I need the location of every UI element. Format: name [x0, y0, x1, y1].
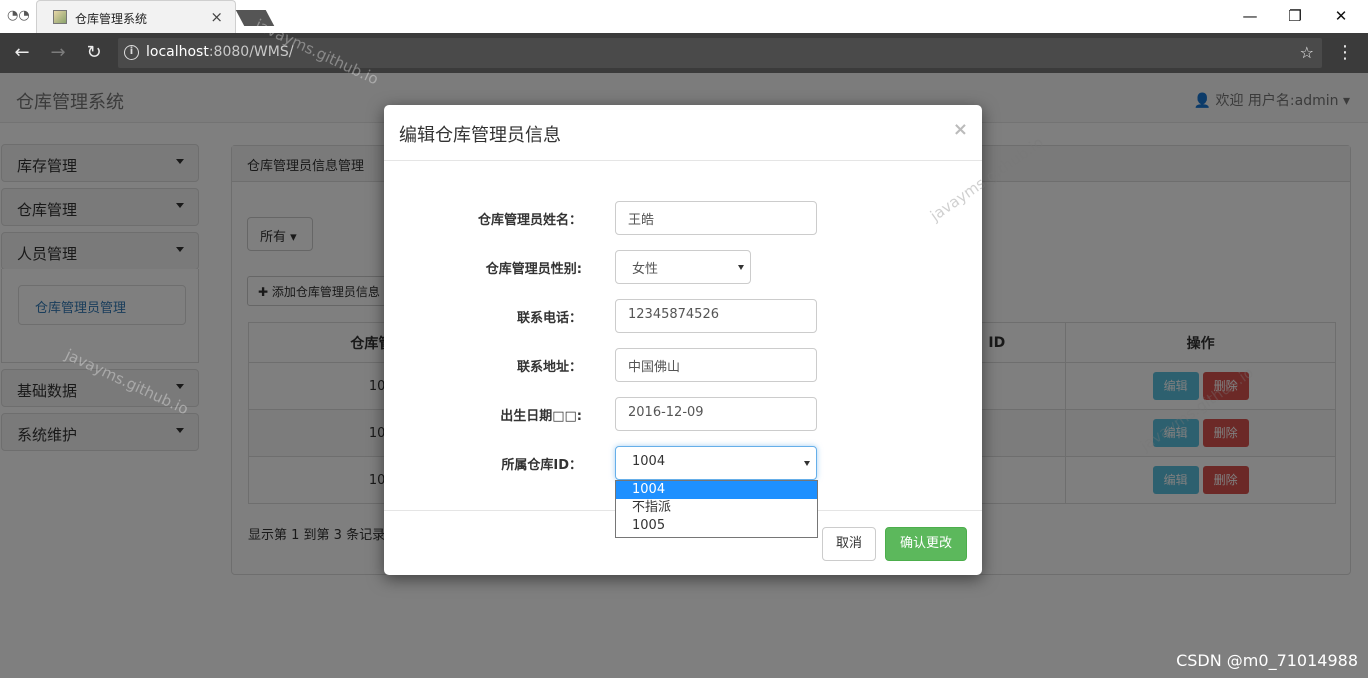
- forward-icon[interactable]: →: [46, 41, 70, 65]
- name-label: 仓库管理员姓名：: [477, 213, 582, 228]
- restore-icon[interactable]: ❐: [1285, 6, 1305, 26]
- minimize-icon[interactable]: —: [1240, 6, 1260, 26]
- reload-icon[interactable]: ↻: [82, 41, 106, 65]
- modal-title: 编辑仓库管理员信息: [399, 125, 561, 146]
- close-window-icon[interactable]: ✕: [1331, 6, 1351, 26]
- tab-title: 仓库管理系统: [75, 12, 148, 26]
- form-row-gender: 仓库管理员性别: 女性: [384, 250, 982, 284]
- repo-option[interactable]: 1004: [616, 481, 817, 499]
- form-row-address: 联系地址： 中国佛山: [384, 348, 982, 382]
- form-row-repo: 所属仓库ID： 1004: [384, 446, 982, 480]
- edit-admin-modal: 编辑仓库管理员信息 × 仓库管理员姓名： 王皓 仓库管理员性别: 女性 联系电话…: [384, 105, 982, 575]
- repo-options-list: 1004 不指派 1005: [615, 480, 818, 538]
- url-text: localhost:8080/WMS/: [146, 44, 293, 60]
- gender-select[interactable]: 女性: [615, 250, 751, 284]
- tab-close-icon[interactable]: ×: [210, 8, 223, 26]
- birth-label: 出生日期□□:: [500, 409, 582, 424]
- browser-menu-icon[interactable]: ⋮: [1336, 42, 1354, 63]
- bookmark-star-icon[interactable]: ☆: [1300, 43, 1314, 62]
- gender-value: 女性: [632, 262, 659, 277]
- phone-label: 联系电话：: [516, 311, 582, 326]
- confirm-button[interactable]: 确认更改: [885, 527, 967, 561]
- caret-down-icon: [804, 461, 810, 466]
- name-input[interactable]: 王皓: [615, 201, 817, 235]
- repo-value: 1004: [632, 454, 666, 469]
- back-icon[interactable]: ←: [10, 41, 34, 65]
- repo-label: 所属仓库ID：: [501, 458, 582, 473]
- repo-option[interactable]: 不指派: [616, 499, 817, 517]
- address-input[interactable]: 中国佛山: [615, 348, 817, 382]
- address-label: 联系地址：: [516, 360, 582, 375]
- cancel-button[interactable]: 取消: [822, 527, 876, 561]
- repo-select[interactable]: 1004: [615, 446, 817, 480]
- repo-option[interactable]: 1005: [616, 517, 817, 535]
- phone-input[interactable]: 12345874526: [615, 299, 817, 333]
- url-host: localhost: [146, 44, 209, 60]
- browser-tabbar: ◔◔ 仓库管理系统 × — ❐ ✕: [0, 0, 1368, 33]
- form-row-birth: 出生日期□□: 2016-12-09: [384, 397, 982, 431]
- form-row-phone: 联系电话： 12345874526: [384, 299, 982, 333]
- caret-down-icon: [738, 265, 744, 270]
- modal-header: 编辑仓库管理员信息 ×: [384, 105, 982, 161]
- url-path: :8080/WMS/: [208, 44, 294, 60]
- incognito-icon: ◔◔: [7, 8, 30, 23]
- info-icon[interactable]: i: [124, 45, 139, 60]
- browser-tab[interactable]: 仓库管理系统 ×: [36, 0, 236, 33]
- close-icon[interactable]: ×: [953, 119, 968, 140]
- birth-input[interactable]: 2016-12-09: [615, 397, 817, 431]
- form-row-name: 仓库管理员姓名： 王皓: [384, 201, 982, 235]
- csdn-watermark: CSDN @m0_71014988: [1176, 651, 1358, 670]
- gender-label: 仓库管理员性别:: [485, 262, 582, 277]
- favicon-icon: [53, 10, 67, 24]
